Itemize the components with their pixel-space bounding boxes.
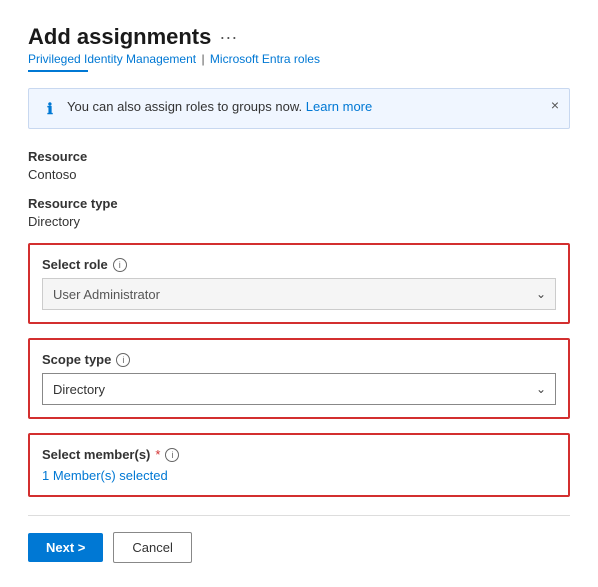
page-container: Add assignments ··· Privileged Identity … [0,0,598,587]
info-banner-icon: ℹ [41,100,59,118]
page-title: Add assignments [28,24,211,50]
title-row: Add assignments ··· [28,24,570,50]
resource-label: Resource [28,149,570,164]
select-role-info-icon[interactable]: i [113,258,127,272]
resource-type-section: Resource type Directory [28,196,570,229]
breadcrumb-part2[interactable]: Microsoft Entra roles [210,52,320,66]
scope-type-section: Scope type i Directory Administrative Un… [28,338,570,419]
scope-type-dropdown[interactable]: Directory Administrative Unit Resource [42,373,556,405]
select-members-section: Select member(s) * i 1 Member(s) selecte… [28,433,570,497]
learn-more-link[interactable]: Learn more [306,99,372,114]
scope-type-label: Scope type [42,352,111,367]
banner-close-button[interactable]: × [551,97,559,113]
breadcrumb: Privileged Identity Management | Microso… [28,52,570,66]
members-selected-text[interactable]: 1 Member(s) selected [42,468,556,483]
info-banner-text: You can also assign roles to groups now.… [67,99,557,114]
next-button[interactable]: Next > [28,533,103,562]
footer-buttons: Next > Cancel [28,532,570,563]
resource-type-label: Resource type [28,196,570,211]
breadcrumb-part1[interactable]: Privileged Identity Management [28,52,196,66]
resource-section: Resource Contoso [28,149,570,182]
info-banner: ℹ You can also assign roles to groups no… [28,88,570,129]
select-role-label: Select role [42,257,108,272]
select-members-required: * [155,447,160,462]
breadcrumb-separator: | [201,52,204,66]
resource-type-value: Directory [28,214,570,229]
tab-indicator [28,70,88,72]
scope-type-wrapper: Directory Administrative Unit Resource ⌄ [42,373,556,405]
select-role-label-row: Select role i [42,257,556,272]
select-members-info-icon[interactable]: i [165,448,179,462]
scope-type-info-icon[interactable]: i [116,353,130,367]
select-members-label: Select member(s) [42,447,150,462]
resource-value: Contoso [28,167,570,182]
scope-type-label-row: Scope type i [42,352,556,367]
cancel-button[interactable]: Cancel [113,532,191,563]
select-members-label-row: Select member(s) * i [42,447,556,462]
select-role-section: Select role i User Administrator ⌄ [28,243,570,324]
title-menu-icon[interactable]: ··· [219,27,237,48]
select-role-dropdown[interactable]: User Administrator [42,278,556,310]
select-role-wrapper: User Administrator ⌄ [42,278,556,310]
footer-divider [28,515,570,516]
